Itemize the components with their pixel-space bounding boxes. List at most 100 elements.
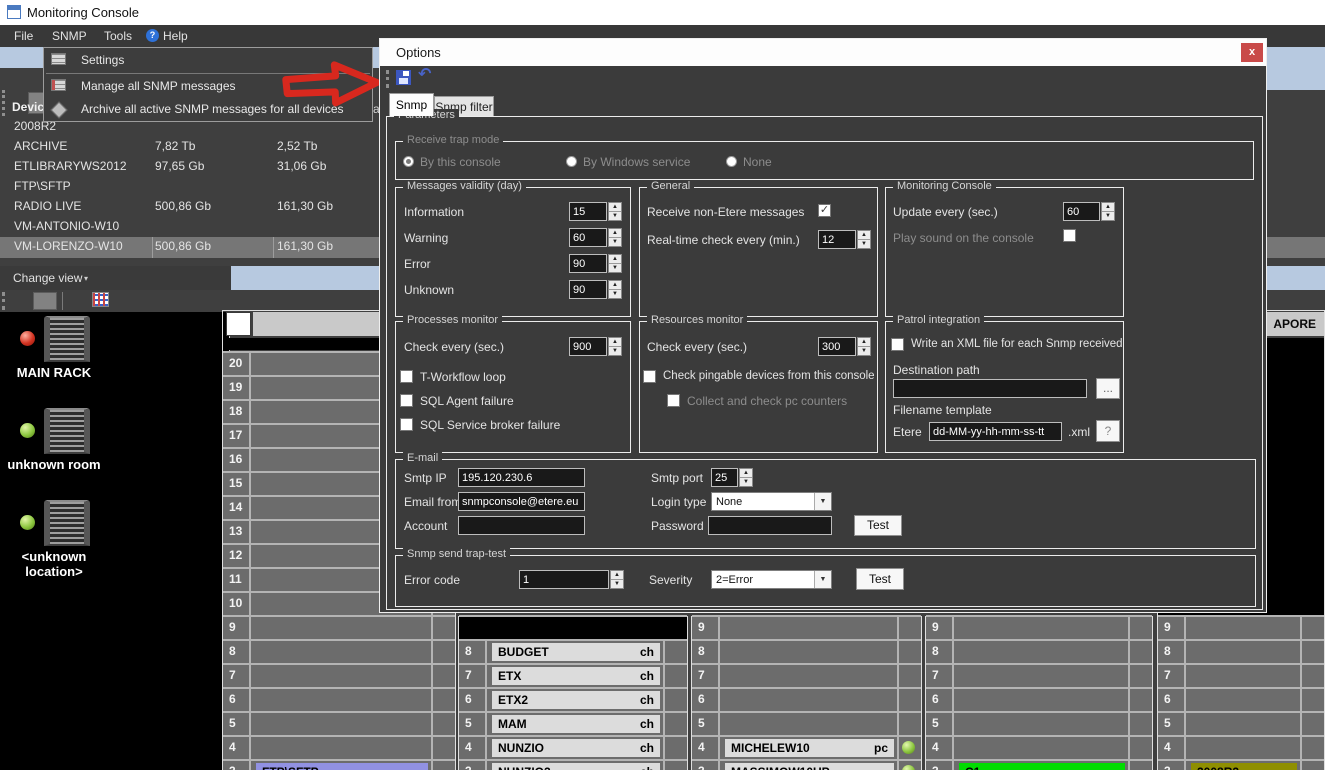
spin-down-icon[interactable]: ▼ [609, 238, 621, 246]
update-every-input[interactable] [1063, 202, 1100, 221]
rack-row[interactable]: 4 [926, 737, 1152, 759]
spin-up-icon[interactable]: ▲ [858, 338, 870, 347]
spin-down-icon[interactable]: ▼ [609, 264, 621, 272]
spin-down-icon[interactable]: ▼ [609, 347, 621, 355]
rack-device[interactable]: NUNZIO2ch [492, 763, 660, 770]
rack-device[interactable]: FTP\SFTP [256, 763, 428, 770]
rack-row[interactable]: 4 [223, 737, 455, 759]
rack-device[interactable]: MASSIMOW10UP [725, 763, 894, 770]
rack-row[interactable]: 6 [1158, 689, 1324, 711]
rack-row[interactable]: 8 [692, 641, 921, 663]
spinner[interactable]: ▲▼ [608, 280, 622, 299]
rack-row[interactable]: 7 [223, 665, 455, 687]
rack-toolbar-button[interactable] [33, 292, 57, 310]
spinner[interactable]: ▲▼ [608, 202, 622, 221]
spin-down-icon[interactable]: ▼ [609, 290, 621, 298]
rack-toolbar-grip[interactable] [2, 292, 8, 310]
rack-row[interactable]: 5 [926, 713, 1152, 735]
spin-down-icon[interactable]: ▼ [1102, 212, 1114, 220]
password-input[interactable] [708, 516, 832, 535]
radio-by-this-console[interactable] [403, 156, 414, 167]
rack-device[interactable]: MAMch [492, 715, 660, 733]
receive-non-etere-checkbox[interactable]: ✓ [818, 204, 831, 217]
menu-help[interactable]: Help [163, 29, 188, 43]
spin-up-icon[interactable]: ▲ [609, 281, 621, 290]
rack-row[interactable]: 5 [1158, 713, 1324, 735]
trap-test-button[interactable]: Test [856, 568, 904, 590]
filename-help-button[interactable]: ? [1096, 420, 1120, 442]
spin-up-icon[interactable]: ▲ [740, 469, 752, 478]
spinner[interactable]: ▲▼ [608, 254, 622, 273]
collect-counters-checkbox[interactable] [667, 394, 680, 407]
rack-row[interactable]: 4 [1158, 737, 1324, 759]
email-from-input[interactable] [458, 492, 585, 511]
rack-device[interactable]: MICHELEW10pc [725, 739, 894, 757]
rack-device[interactable]: C1 [959, 763, 1125, 770]
server-rack-icon[interactable] [44, 500, 90, 546]
spin-up-icon[interactable]: ▲ [1102, 203, 1114, 212]
severity-dropdown[interactable]: 2=Error ▼ [711, 570, 832, 589]
dialog-toolbar-grip[interactable] [386, 70, 392, 88]
rack-device[interactable]: BUDGETch [492, 643, 660, 661]
browse-button[interactable]: ... [1096, 378, 1120, 399]
save-icon[interactable] [396, 70, 411, 85]
spinner[interactable]: ▲▼ [739, 468, 753, 487]
unknown-days-input[interactable] [569, 280, 607, 299]
spin-up-icon[interactable]: ▲ [609, 229, 621, 238]
spin-up-icon[interactable]: ▲ [609, 203, 621, 212]
rack-row[interactable]: 3C1 [926, 761, 1152, 770]
rack-row[interactable]: 7 [1158, 665, 1324, 687]
rack-label[interactable]: MAIN RACK [2, 366, 106, 381]
rack-row[interactable]: 8BUDGETch [459, 641, 687, 663]
rack-row[interactable]: 3MASSIMOW10UP [692, 761, 921, 770]
spin-up-icon[interactable]: ▲ [611, 571, 623, 580]
check-pingable-checkbox[interactable] [643, 370, 656, 383]
rack-row[interactable]: 4NUNZIOch [459, 737, 687, 759]
error-code-input[interactable] [519, 570, 609, 589]
rack-device[interactable]: 2008R2 [1191, 763, 1297, 770]
smtp-port-input[interactable] [711, 468, 738, 487]
rack-row[interactable]: 9 [926, 617, 1152, 639]
rack-row[interactable]: 5MAMch [459, 713, 687, 735]
rack-row[interactable]: 7 [926, 665, 1152, 687]
rack-device[interactable]: ETX2ch [492, 691, 660, 709]
menu-file[interactable]: File [14, 29, 33, 43]
spin-down-icon[interactable]: ▼ [740, 478, 752, 486]
spin-down-icon[interactable]: ▼ [858, 347, 870, 355]
rack-select-checkbox[interactable] [226, 312, 251, 336]
rack-row[interactable]: 7 [692, 665, 921, 687]
rack-row[interactable]: 4MICHELEW10pc [692, 737, 921, 759]
rack-device[interactable]: NUNZIOch [492, 739, 660, 757]
menu-tools[interactable]: Tools [104, 29, 132, 43]
toolbar-grip[interactable] [2, 90, 8, 116]
sql-agent-failure-checkbox[interactable] [400, 394, 413, 407]
rack-row[interactable]: 9 [1158, 617, 1324, 639]
rack-row[interactable]: 6ETX2ch [459, 689, 687, 711]
rack-row[interactable]: 3NUNZIO2ch [459, 761, 687, 770]
grid-view-icon[interactable] [92, 292, 109, 307]
rack-row[interactable]: 32008R2 [1158, 761, 1324, 770]
spin-up-icon[interactable]: ▲ [858, 231, 870, 240]
sql-service-broker-checkbox[interactable] [400, 418, 413, 431]
warning-days-input[interactable] [569, 228, 607, 247]
rack-row[interactable]: 3FTP\SFTP [223, 761, 455, 770]
realtime-check-input[interactable] [818, 230, 856, 249]
information-days-input[interactable] [569, 202, 607, 221]
undo-icon[interactable]: ↶ [418, 64, 431, 84]
rack-label[interactable]: <unknown location> [2, 550, 106, 580]
menu-snmp[interactable]: SNMP [52, 29, 87, 43]
rack-row[interactable]: 6 [223, 689, 455, 711]
chevron-down-icon[interactable]: ▼ [814, 571, 831, 588]
rack-device[interactable]: ETXch [492, 667, 660, 685]
destination-path-input[interactable] [893, 379, 1087, 398]
email-test-button[interactable]: Test [854, 515, 902, 536]
chevron-down-icon[interactable]: ▼ [814, 493, 831, 510]
rack-row[interactable]: 9 [223, 617, 455, 639]
resources-check-input[interactable] [818, 337, 856, 356]
tworkflow-loop-checkbox[interactable] [400, 370, 413, 383]
account-input[interactable] [458, 516, 585, 535]
error-days-input[interactable] [569, 254, 607, 273]
rack-row[interactable]: 9 [692, 617, 921, 639]
spin-up-icon[interactable]: ▲ [609, 255, 621, 264]
server-rack-icon[interactable] [44, 316, 90, 362]
